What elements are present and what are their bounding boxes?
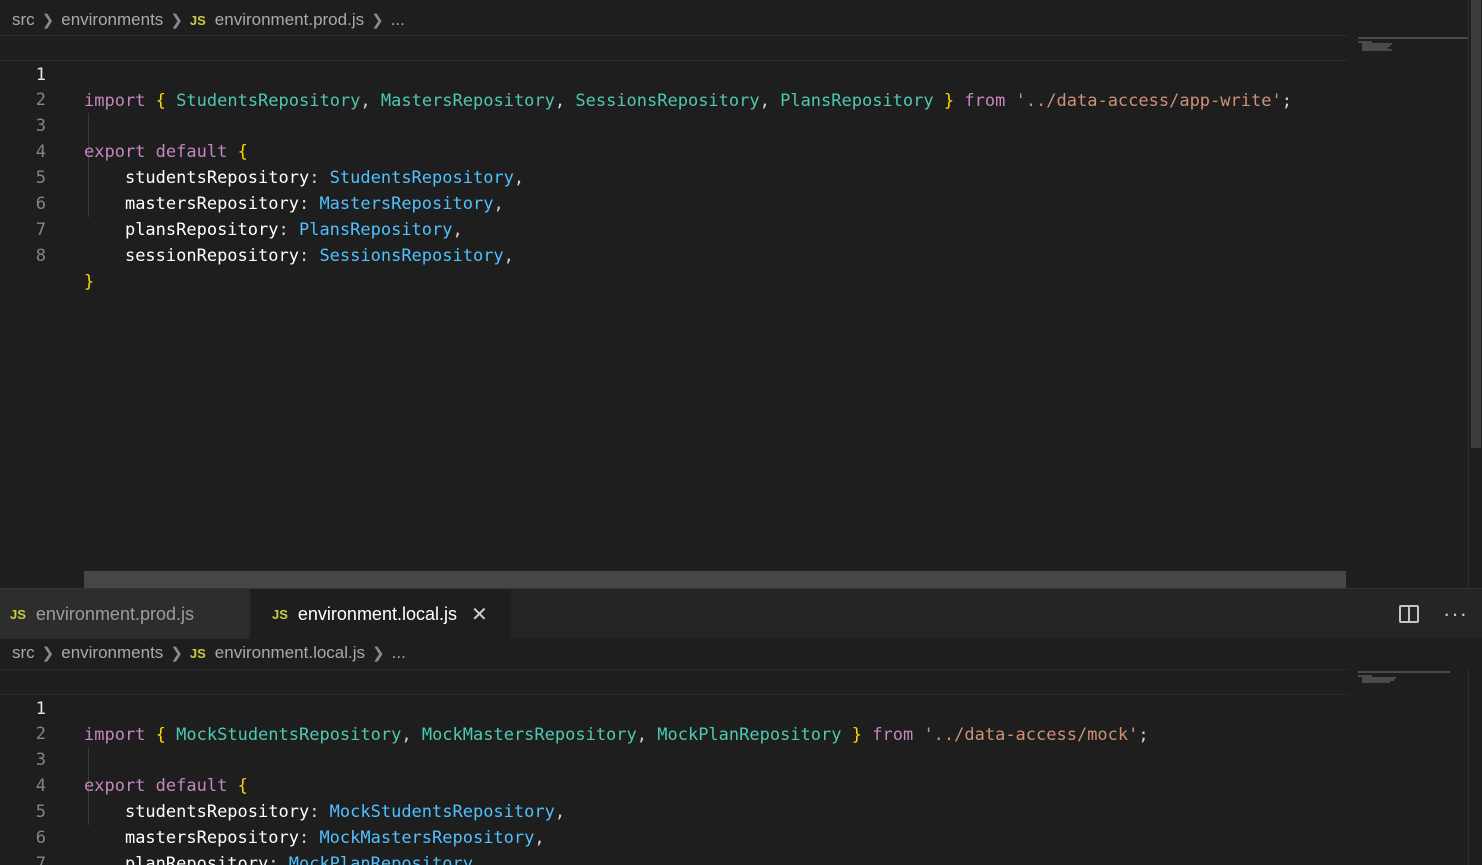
code-line[interactable]: 2 [0, 695, 1348, 744]
tab-environment-prod[interactable]: JS environment.prod.js [0, 589, 250, 639]
vertical-scrollbar[interactable] [1468, 669, 1482, 865]
tab-environment-local[interactable]: JS environment.local.js ✕ [251, 589, 511, 639]
code-line[interactable]: 1 import { StudentsRepository, MastersRe… [0, 35, 1348, 111]
breadcrumb-folder-src[interactable]: src [12, 10, 35, 30]
editor-tab-bar: JS environment.prod.js JS environment.lo… [0, 588, 1482, 639]
code-line[interactable]: 7 sessionRepository: SessionsRepository, [0, 191, 1348, 266]
code-line[interactable]: 5 mastersRepository: MastersRepository, [0, 139, 1348, 214]
tab-label: environment.local.js [297, 603, 457, 624]
js-file-icon: JS [189, 12, 206, 28]
breadcrumb-file[interactable]: environment.prod.js [215, 10, 364, 30]
js-file-icon: JS [10, 606, 26, 622]
tab-actions: ··· [1399, 589, 1468, 639]
breadcrumb: src ❯ environments ❯ JS environment.prod… [0, 9, 405, 31]
code-line[interactable]: 4 studentsRepository: MockStudentsReposi… [0, 747, 1348, 822]
breadcrumb-file[interactable]: environment.local.js [215, 643, 365, 663]
breadcrumb: src ❯ environments ❯ JS environment.loca… [0, 642, 406, 664]
more-actions-icon[interactable]: ··· [1443, 603, 1468, 625]
code-line[interactable]: 7 } [0, 825, 1348, 865]
scrollbar-thumb[interactable] [1471, 0, 1481, 448]
js-file-icon: JS [189, 645, 206, 661]
breadcrumb-folder-environments[interactable]: environments [61, 643, 163, 663]
chevron-right-icon: ❯ [372, 645, 385, 662]
horizontal-scrollbar[interactable] [84, 571, 1346, 588]
breadcrumb-folder-src[interactable]: src [12, 643, 35, 663]
code-line[interactable]: 3 export default { [0, 721, 1348, 796]
breadcrumb-symbols[interactable]: ... [391, 10, 405, 30]
breadcrumb-folder-environments[interactable]: environments [61, 10, 163, 30]
close-icon[interactable]: ✕ [471, 602, 488, 627]
editor-top[interactable]: 1 import { StudentsRepository, MastersRe… [0, 35, 1348, 588]
breadcrumb-symbols[interactable]: ... [392, 643, 406, 663]
code-line[interactable]: 6 planRepository: MockPlanRepository, [0, 799, 1348, 865]
chevron-right-icon: ❯ [170, 645, 183, 662]
code-line[interactable]: 3 export default { [0, 87, 1348, 162]
chevron-right-icon: ❯ [170, 12, 183, 29]
code-line[interactable]: 8 } [0, 217, 1348, 292]
line-number: 8 [35, 246, 46, 266]
minimap[interactable] [1350, 35, 1468, 587]
code-line[interactable]: 1 import { MockStudentsRepository, MockM… [0, 669, 1348, 745]
editor-bottom[interactable]: 1 import { MockStudentsRepository, MockM… [0, 669, 1348, 865]
chevron-right-icon: ❯ [371, 12, 384, 29]
split-editor-icon[interactable] [1399, 605, 1420, 623]
js-file-icon: JS [272, 606, 288, 622]
tab-label: environment.prod.js [35, 603, 194, 624]
line-number: 7 [35, 854, 46, 865]
code-line[interactable]: 6 plansRepository: PlansRepository, [0, 165, 1348, 240]
chevron-right-icon: ❯ [41, 645, 55, 662]
minimap[interactable] [1350, 669, 1468, 865]
code-line[interactable]: 2 [0, 61, 1348, 110]
code-line[interactable]: 4 studentsRepository: StudentsRepository… [0, 113, 1348, 188]
vertical-scrollbar[interactable] [1468, 0, 1482, 588]
code-line[interactable]: 5 mastersRepository: MockMastersReposito… [0, 773, 1348, 848]
chevron-right-icon: ❯ [41, 12, 55, 29]
